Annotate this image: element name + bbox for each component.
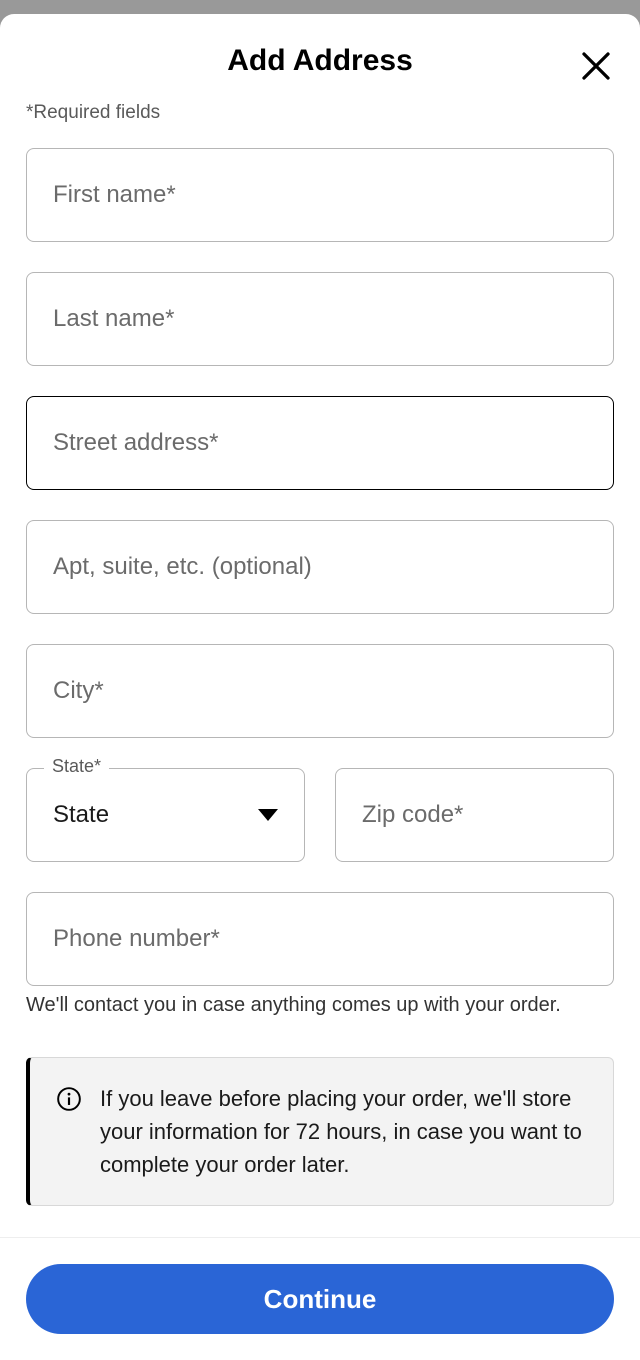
- form-content: *Required fields State* State We'll cont…: [0, 102, 640, 1206]
- required-fields-note: *Required fields: [26, 102, 614, 124]
- add-address-modal: Add Address *Required fields State* Stat…: [0, 14, 640, 1360]
- info-banner-text: If you leave before placing your order, …: [100, 1082, 587, 1181]
- chevron-down-icon: [258, 809, 278, 821]
- zip-field-wrap: [335, 768, 614, 862]
- modal-title: Add Address: [26, 44, 614, 78]
- street-address-input[interactable]: [26, 396, 614, 490]
- first-name-input[interactable]: [26, 148, 614, 242]
- modal-footer: Continue: [0, 1237, 640, 1360]
- phone-helper-text: We'll contact you in case anything comes…: [26, 994, 614, 1017]
- phone-number-input[interactable]: [26, 892, 614, 986]
- continue-button-label: Continue: [264, 1284, 377, 1314]
- close-button[interactable]: [578, 48, 614, 84]
- continue-button[interactable]: Continue: [26, 1264, 614, 1334]
- state-field-wrap: State* State: [26, 768, 305, 862]
- zip-code-input[interactable]: [335, 768, 614, 862]
- info-icon: [56, 1086, 82, 1112]
- state-legend: State*: [44, 756, 109, 777]
- state-select-value: State: [53, 801, 109, 829]
- state-zip-row: State* State: [26, 768, 614, 862]
- info-banner: If you leave before placing your order, …: [26, 1057, 614, 1206]
- close-icon: [578, 48, 614, 84]
- city-input[interactable]: [26, 644, 614, 738]
- state-select[interactable]: State: [26, 768, 305, 862]
- modal-header: Add Address: [0, 14, 640, 102]
- last-name-input[interactable]: [26, 272, 614, 366]
- apt-suite-input[interactable]: [26, 520, 614, 614]
